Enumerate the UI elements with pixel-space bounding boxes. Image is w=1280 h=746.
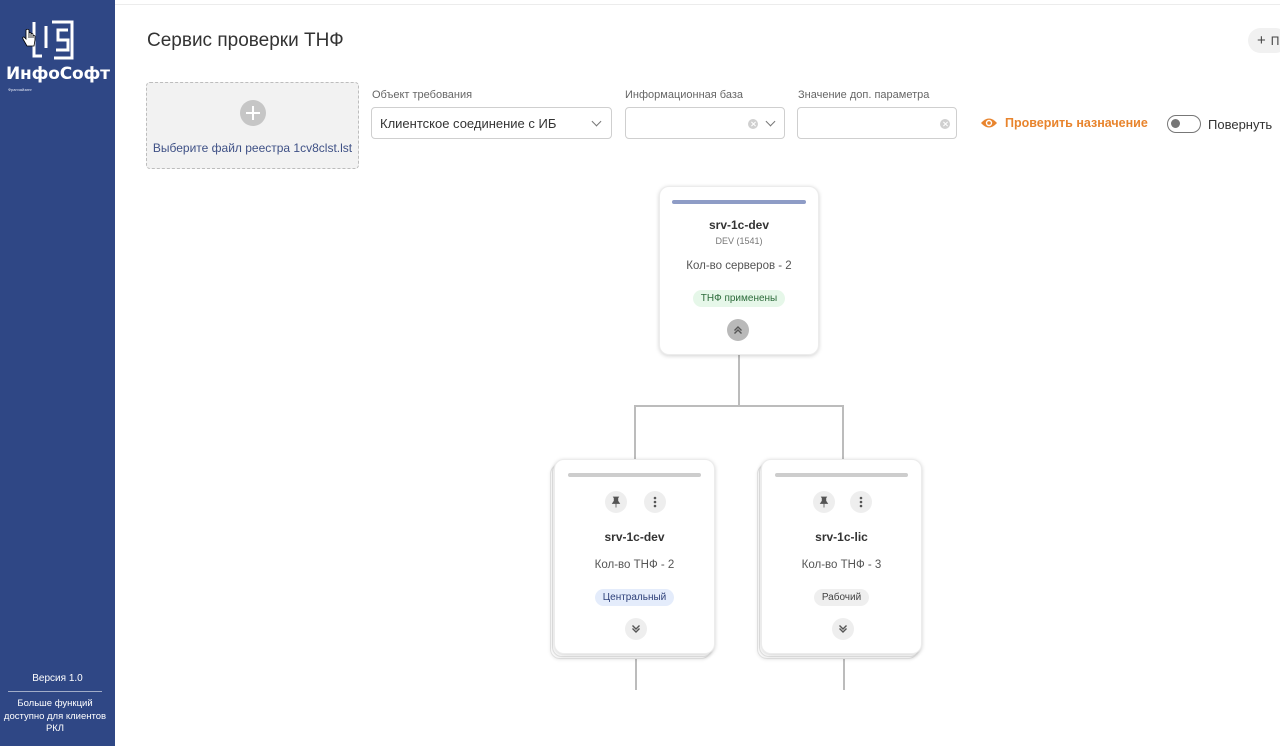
more-button[interactable] <box>644 491 666 513</box>
file-upload-dropzone[interactable]: Выберите файл реестра 1cv8clst.lst <box>146 82 359 169</box>
more-button[interactable] <box>850 491 872 513</box>
chevrons-down-icon <box>632 625 640 633</box>
hand-cursor-icon <box>22 28 36 47</box>
logo-text: ИнфоСофт <box>6 64 110 84</box>
add-button-label: П <box>1270 34 1280 48</box>
tree-connector <box>843 657 845 690</box>
top-divider <box>115 4 1280 5</box>
rotate-toggle-label: Повернуть <box>1208 117 1273 132</box>
pin-icon <box>611 496 621 508</box>
promo-text: Больше функций доступно для клиентов РКЛ <box>3 698 107 734</box>
object-select[interactable]: Клиентское соединение с ИБ <box>371 107 612 139</box>
tree-connector <box>842 405 844 461</box>
card-title: srv-1c-dev <box>604 530 665 544</box>
check-assignment-label: Проверить назначение <box>1005 116 1148 130</box>
card-status-bar <box>672 200 806 204</box>
card-subtitle: DEV (1541) <box>715 236 763 246</box>
role-badge: Центральный <box>594 589 675 606</box>
card-count: Кол-во ТНФ - 3 <box>801 559 882 571</box>
chevron-down-icon <box>591 116 602 127</box>
more-vertical-icon <box>859 496 863 508</box>
pin-icon <box>819 496 829 508</box>
sidebar-divider <box>8 691 102 692</box>
upload-label: Выберите файл реестра 1cv8clst.lst <box>152 141 353 155</box>
clear-icon[interactable] <box>748 119 758 129</box>
more-vertical-icon <box>653 496 657 508</box>
sidebar: ИнфоСофт Франчайзинг Версия 1.0 Больше ф… <box>0 0 115 746</box>
badge-wrap: Рабочий <box>762 587 921 606</box>
infobase-field-label: Информационная база <box>625 89 743 101</box>
card-title: srv-1c-lic <box>815 530 868 544</box>
expand-button[interactable] <box>625 618 647 640</box>
eye-icon <box>981 118 997 128</box>
plus-icon: + <box>1257 32 1266 49</box>
status-badge: ТНФ применены <box>692 290 786 307</box>
toggle-knob <box>1171 119 1180 128</box>
tree-connector <box>635 405 844 407</box>
check-assignment-button[interactable]: Проверить назначение <box>980 114 1148 132</box>
card-count: Кол-во ТНФ - 2 <box>594 559 675 571</box>
pin-button[interactable] <box>813 491 835 513</box>
add-button[interactable]: + П <box>1248 28 1280 53</box>
card-status-bar <box>775 473 908 477</box>
param-input[interactable] <box>797 107 957 139</box>
add-file-icon <box>240 100 266 126</box>
logo-subtext: Франчайзинг <box>8 87 32 92</box>
tree-connector <box>738 355 740 407</box>
clear-icon[interactable] <box>940 119 950 129</box>
rotate-toggle[interactable] <box>1167 115 1201 133</box>
child-server-card[interactable]: srv-1c-dev Кол-во ТНФ - 2 Центральный <box>554 459 715 654</box>
child-server-card[interactable]: srv-1c-lic Кол-во ТНФ - 3 Рабочий <box>761 459 922 654</box>
version-label: Версия 1.0 <box>32 673 83 684</box>
pin-button[interactable] <box>605 491 627 513</box>
card-status-bar <box>568 473 701 477</box>
chevron-down-icon[interactable] <box>765 116 776 127</box>
param-field-label: Значение доп. параметра <box>798 89 930 101</box>
object-select-value: Клиентское соединение с ИБ <box>380 116 557 131</box>
page-title: Сервис проверки ТНФ <box>147 30 344 51</box>
object-field-label: Объект требования <box>372 89 473 101</box>
badge-wrap: ТНФ применены <box>660 288 818 307</box>
badge-wrap: Центральный <box>555 587 714 606</box>
card-title: srv-1c-dev <box>708 218 770 232</box>
role-badge: Рабочий <box>813 589 870 606</box>
chevrons-up-icon <box>734 326 742 334</box>
root-server-card[interactable]: srv-1c-dev DEV (1541) Кол-во серверов - … <box>659 186 819 355</box>
tree-connector <box>634 405 636 461</box>
expand-button[interactable] <box>832 618 854 640</box>
chevrons-down-icon <box>839 625 847 633</box>
collapse-button[interactable] <box>727 319 749 341</box>
infobase-select[interactable] <box>625 107 785 139</box>
tree-connector <box>635 657 637 690</box>
card-count: Кол-во серверов - 2 <box>686 260 792 272</box>
